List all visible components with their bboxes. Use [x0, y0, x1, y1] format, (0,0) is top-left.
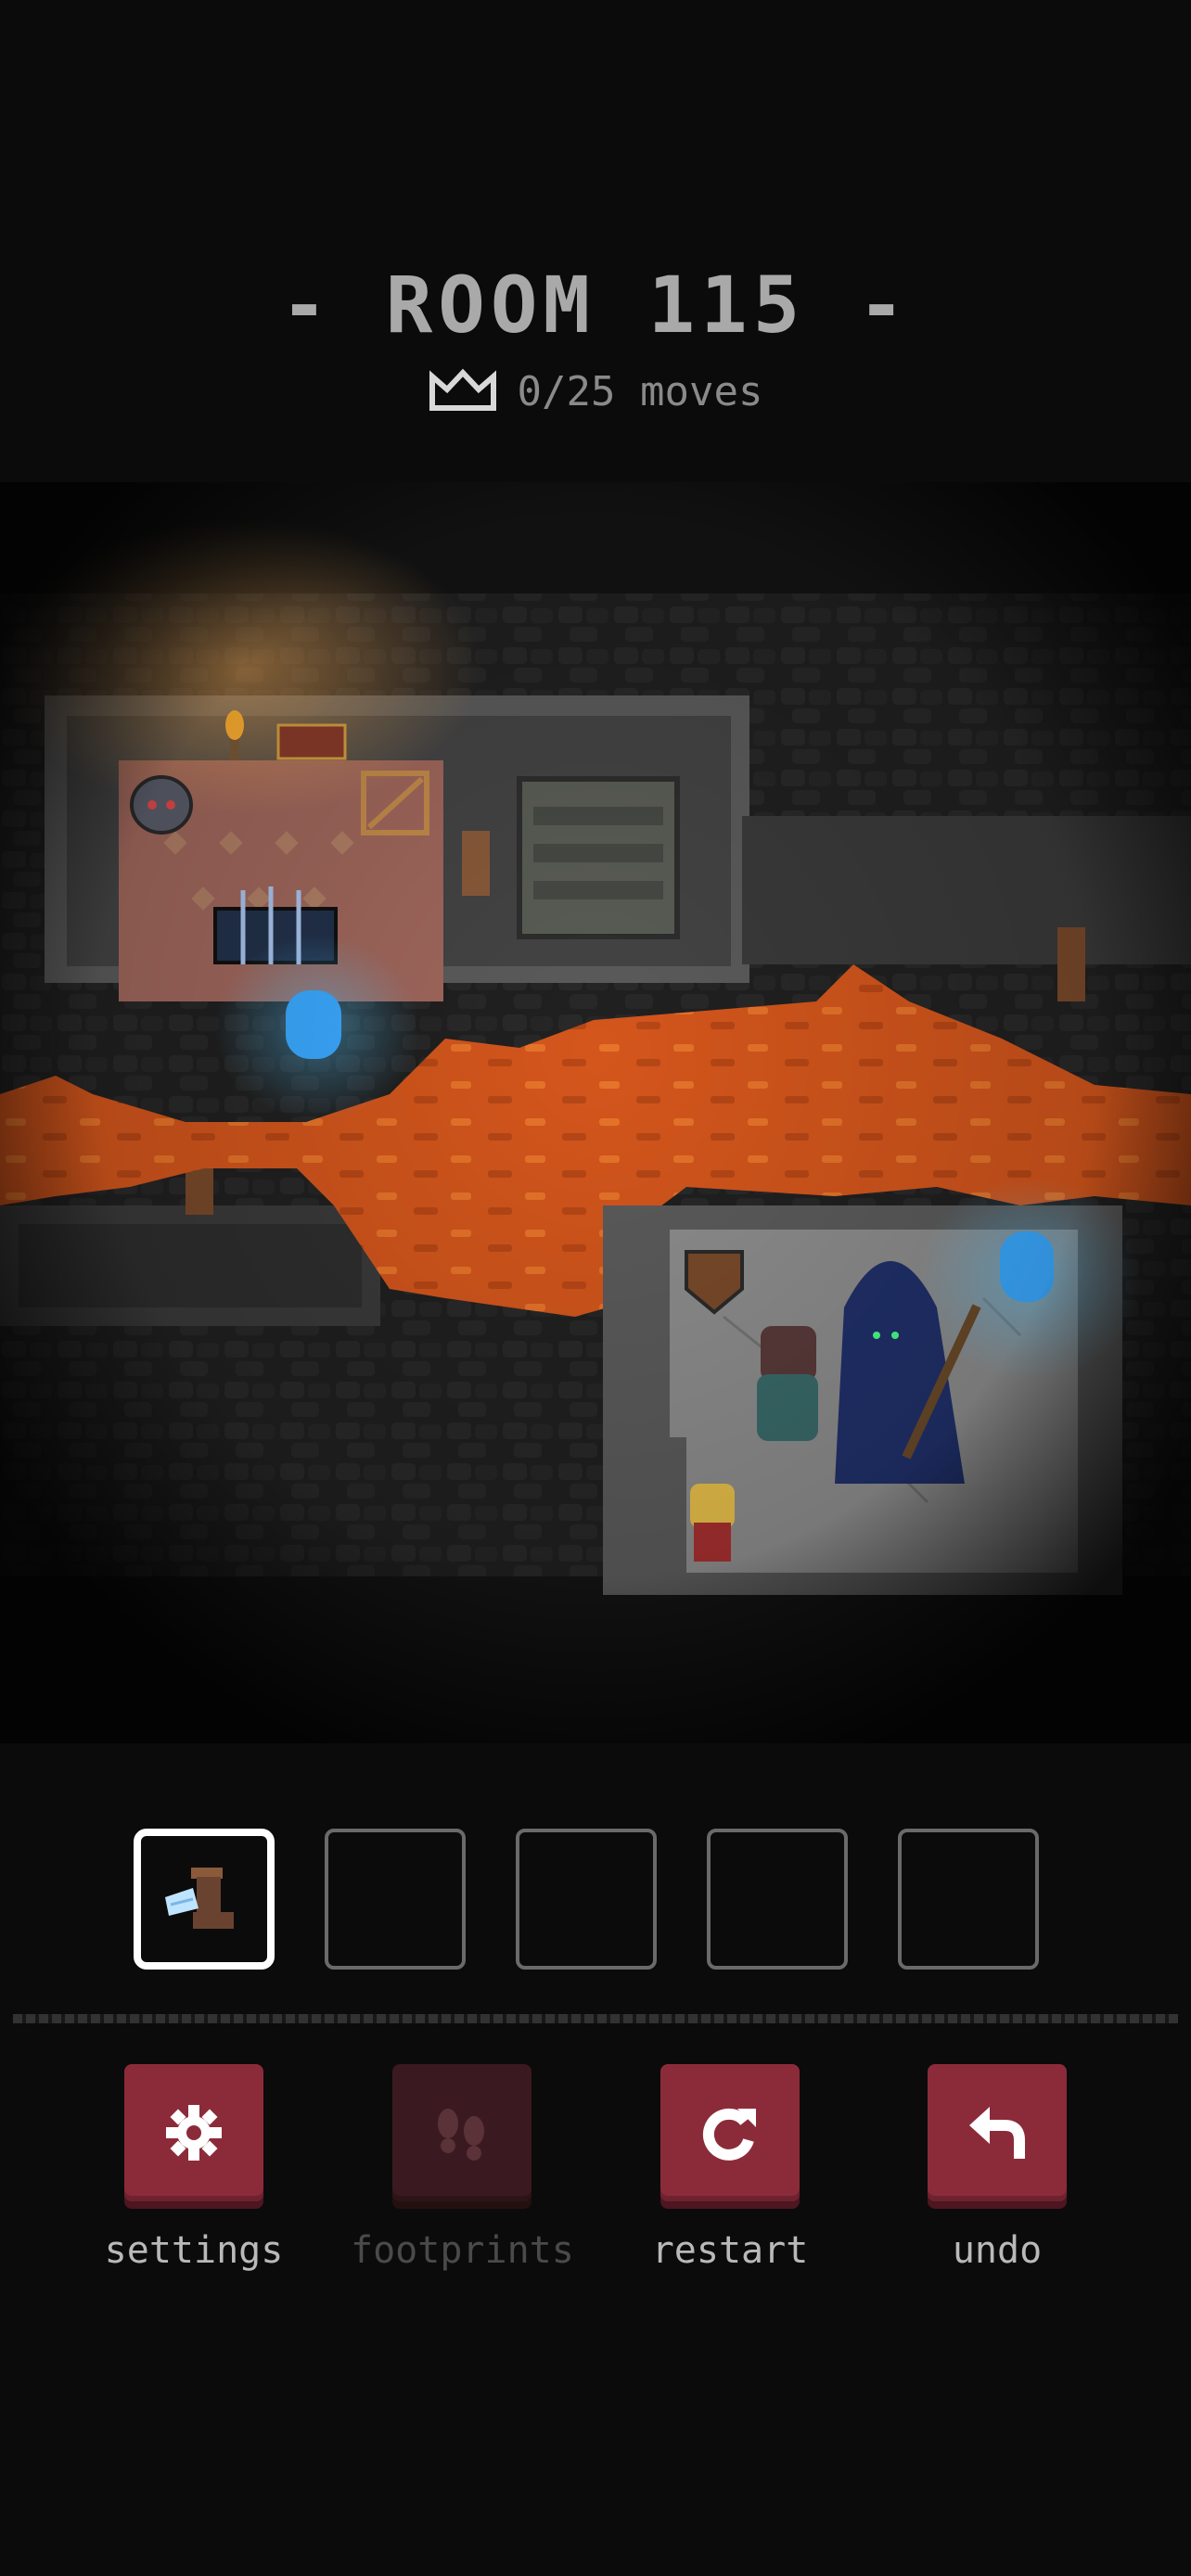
- winged-boot-icon: [165, 1868, 234, 1929]
- restart-label: restart: [651, 2229, 809, 2272]
- restart-button[interactable]: [660, 2064, 800, 2201]
- undo-label: undo: [952, 2229, 1043, 2272]
- undo-button[interactable]: [928, 2064, 1067, 2201]
- footprints-icon: [438, 2109, 484, 2161]
- settings-label: settings: [104, 2229, 284, 2272]
- settings-button[interactable]: [124, 2064, 263, 2201]
- inventory-slot-1[interactable]: [134, 1829, 275, 1970]
- inventory-slot-4[interactable]: [707, 1829, 848, 1970]
- inventory-bar: [134, 1829, 1039, 1970]
- game-board[interactable]: [0, 482, 1191, 1743]
- divider: [13, 2014, 1178, 2023]
- footprints-button[interactable]: [392, 2064, 531, 2201]
- moves-text: 0/25 moves: [517, 367, 763, 415]
- gear-icon: [166, 2105, 222, 2161]
- undo-icon: [969, 2107, 1025, 2159]
- moves-counter: 0/25 moves: [0, 367, 1191, 415]
- inventory-slot-3[interactable]: [516, 1829, 657, 1970]
- control-bar: settings footprints restart undo: [0, 2064, 1191, 2305]
- crown-icon: [429, 368, 496, 411]
- inventory-slot-2[interactable]: [325, 1829, 466, 1970]
- footprints-label: footprints: [351, 2229, 574, 2272]
- restart-icon: [702, 2108, 756, 2161]
- room-title: - ROOM 115 -: [280, 260, 911, 351]
- inventory-slot-5[interactable]: [898, 1829, 1039, 1970]
